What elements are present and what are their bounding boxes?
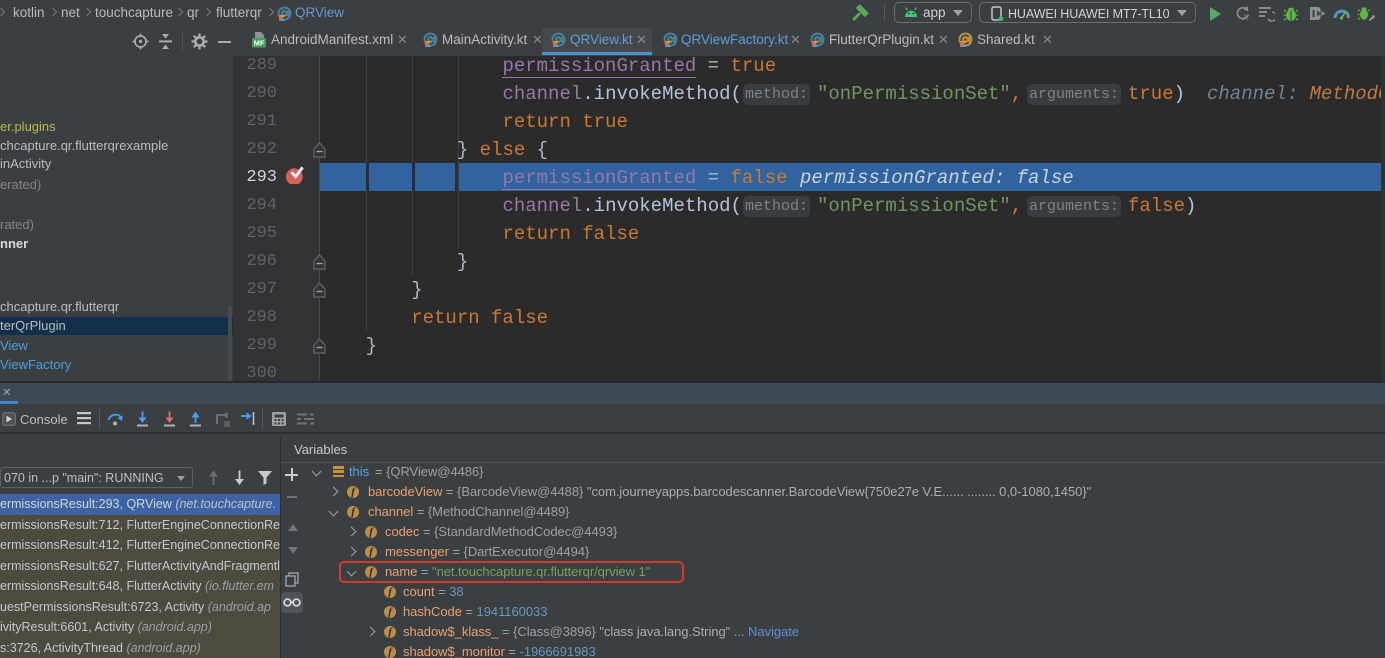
- svg-text:A: A: [1243, 14, 1249, 23]
- svg-text:MF: MF: [254, 39, 265, 48]
